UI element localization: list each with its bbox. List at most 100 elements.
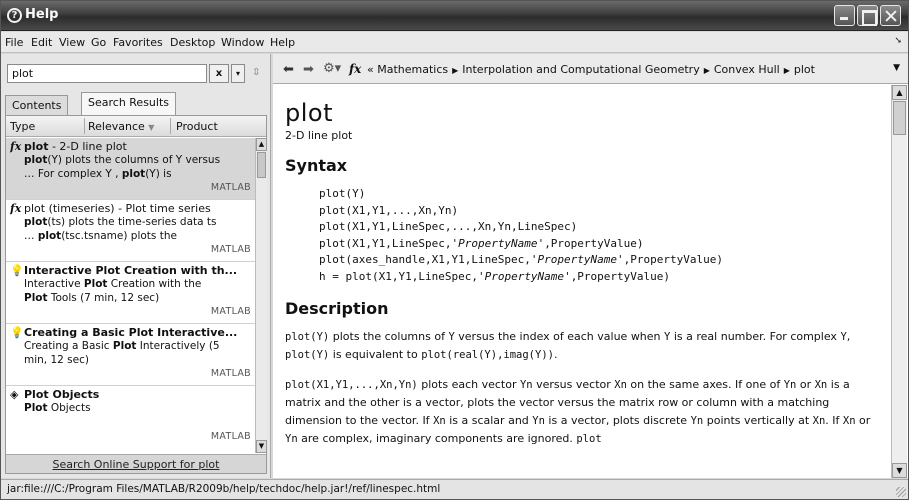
- result-item[interactable]: ◈ Plot Objects Plot Objects MATLAB: [6, 386, 255, 450]
- result-desc: Plot: [24, 292, 48, 304]
- menu-favorites[interactable]: Favorites: [113, 36, 163, 49]
- breadcrumb-item[interactable]: plot: [794, 63, 815, 76]
- text: versus the index of each value when: [454, 330, 665, 343]
- function-icon: fx: [10, 202, 22, 215]
- description-heading: Description: [285, 299, 389, 318]
- search-dropdown-button[interactable]: ▾: [231, 64, 245, 83]
- search-online-support-link[interactable]: Search Online Support for plot: [6, 454, 266, 473]
- inline-code: Yn: [783, 379, 797, 391]
- menu-file[interactable]: File: [5, 36, 23, 49]
- results-scrollbar[interactable]: ▲ ▼: [255, 138, 267, 453]
- back-arrow-icon[interactable]: ⬅: [283, 62, 294, 77]
- text: or: [855, 414, 871, 427]
- inline-code: Xn: [842, 415, 856, 427]
- scroll-thumb[interactable]: [257, 152, 266, 178]
- page-title: plot: [285, 99, 333, 127]
- text: plots each vector: [417, 378, 520, 391]
- scroll-down-icon[interactable]: ▼: [892, 463, 907, 478]
- result-product: MATLAB: [210, 182, 251, 193]
- result-desc: …: [24, 230, 38, 242]
- breadcrumb-separator-icon: ▶: [703, 66, 710, 75]
- clear-search-button[interactable]: x: [209, 64, 229, 83]
- collapse-icon[interactable]: ⇳: [252, 67, 260, 78]
- result-desc: (tsc.tsname) plots the: [61, 230, 177, 242]
- gear-icon[interactable]: ⚙▾: [323, 61, 341, 76]
- breadcrumb-item[interactable]: Mathematics: [377, 63, 448, 76]
- inline-code: Yn: [532, 415, 545, 427]
- result-desc: Tools (7 min, 12 sec): [47, 292, 160, 304]
- result-item[interactable]: fx plot - 2-D line plot plot(Y) plots the…: [6, 138, 255, 200]
- column-divider[interactable]: [84, 118, 85, 134]
- inline-code: plot: [576, 433, 602, 445]
- maximize-button[interactable]: [857, 5, 878, 26]
- breadcrumb-prefix-icon[interactable]: «: [367, 63, 374, 76]
- forward-arrow-icon[interactable]: ➡: [303, 62, 314, 77]
- column-product[interactable]: Product: [176, 120, 218, 133]
- result-product: MATLAB: [210, 431, 251, 442]
- inline-code: Yn: [690, 415, 704, 427]
- column-type[interactable]: Type: [10, 120, 35, 133]
- text: are complex, imaginary components are ig…: [297, 432, 577, 445]
- inline-code: Xn: [614, 379, 627, 391]
- column-divider[interactable]: [170, 118, 171, 134]
- description-paragraph: plot(Y) plots the columns of Y versus th…: [285, 328, 880, 364]
- sort-arrow-icon: ▼: [148, 123, 155, 132]
- result-desc: (Y) plots the columns of Y versus: [47, 154, 221, 166]
- result-item[interactable]: fx plot (timeseries) - Plot time series p…: [6, 200, 255, 262]
- menu-view[interactable]: View: [59, 36, 85, 49]
- result-desc: Creating a Basic: [24, 340, 113, 352]
- menu-window[interactable]: Window: [221, 36, 264, 49]
- scroll-up-icon[interactable]: ▲: [256, 138, 267, 151]
- column-relevance[interactable]: Relevance ▼: [88, 120, 154, 133]
- text: .: [553, 348, 558, 361]
- inline-code: Xn: [814, 379, 828, 391]
- result-desc: Plot: [83, 278, 108, 290]
- tab-search-results[interactable]: Search Results: [81, 92, 177, 115]
- result-product: MATLAB: [210, 306, 251, 317]
- scroll-up-icon[interactable]: ▲: [892, 85, 907, 100]
- close-button[interactable]: [880, 5, 901, 26]
- description-paragraph: plot(X1,Y1,...,Xn,Yn) plots each vector …: [285, 376, 880, 448]
- breadcrumb-item[interactable]: Convex Hull: [714, 63, 780, 76]
- result-desc: plot: [37, 230, 62, 242]
- result-desc: plot: [121, 168, 146, 180]
- results-column-header: Type Relevance ▼ Product: [6, 116, 266, 137]
- result-desc: Plot: [24, 402, 48, 414]
- result-item[interactable]: 💡 Interactive Plot Creation with th... In…: [6, 262, 255, 324]
- inline-code: Yn: [519, 379, 533, 391]
- tab-contents[interactable]: Contents: [5, 95, 69, 115]
- scroll-down-icon[interactable]: ▼: [256, 440, 267, 453]
- minimize-button[interactable]: [834, 5, 855, 26]
- inline-code: plot(Y): [285, 349, 330, 361]
- syntax-line: h = plot(X1,Y1,LineSpec,'PropertyName',P…: [319, 269, 671, 283]
- breadcrumb-dropdown-icon[interactable]: ▼: [893, 63, 900, 73]
- text: points vertically at: [703, 414, 813, 427]
- scroll-thumb[interactable]: [893, 101, 906, 135]
- inline-code: Yn: [285, 433, 298, 445]
- result-title: plot (timeseries): [24, 202, 115, 215]
- result-item[interactable]: 💡 Creating a Basic Plot Interactive... Cr…: [6, 324, 255, 386]
- result-desc: … For complex Y ,: [24, 168, 122, 180]
- search-input[interactable]: plot: [7, 64, 207, 83]
- search-results-panel: Type Relevance ▼ Product fx plot - 2-D li…: [5, 115, 267, 474]
- menu-edit[interactable]: Edit: [31, 36, 52, 49]
- help-browser-pane: ⬅ ➡ ⚙▾ fx « Mathematics ▶ Interpolation an…: [273, 54, 908, 478]
- inline-code: plot(Y): [285, 331, 330, 343]
- breadcrumb-item[interactable]: Interpolation and Computational Geometry: [462, 63, 699, 76]
- resize-grip-icon[interactable]: [896, 487, 906, 497]
- inline-code: plot(real(Y),imag(Y)): [421, 349, 554, 361]
- help-icon: ?: [7, 8, 22, 23]
- result-desc: plot: [24, 216, 48, 228]
- menu-help[interactable]: Help: [270, 36, 295, 49]
- result-title-rest: - Plot time series: [114, 202, 211, 215]
- status-url: jar:file:///C:/Program Files/MATLAB/R200…: [7, 483, 441, 495]
- menu-go[interactable]: Go: [91, 36, 106, 49]
- document-scrollbar[interactable]: ▲ ▼: [891, 85, 907, 478]
- help-navigator-pane: plot x ▾ ⇳ Contents Search Results Type …: [1, 54, 271, 478]
- page-subtitle: 2-D line plot: [285, 129, 353, 142]
- text: is a real number. For complex: [670, 330, 841, 343]
- result-desc: Plot: [112, 340, 137, 352]
- menubar-overflow-icon[interactable]: ➘: [894, 36, 902, 46]
- result-desc: min, 12 sec): [24, 354, 89, 366]
- menu-desktop[interactable]: Desktop: [170, 36, 215, 49]
